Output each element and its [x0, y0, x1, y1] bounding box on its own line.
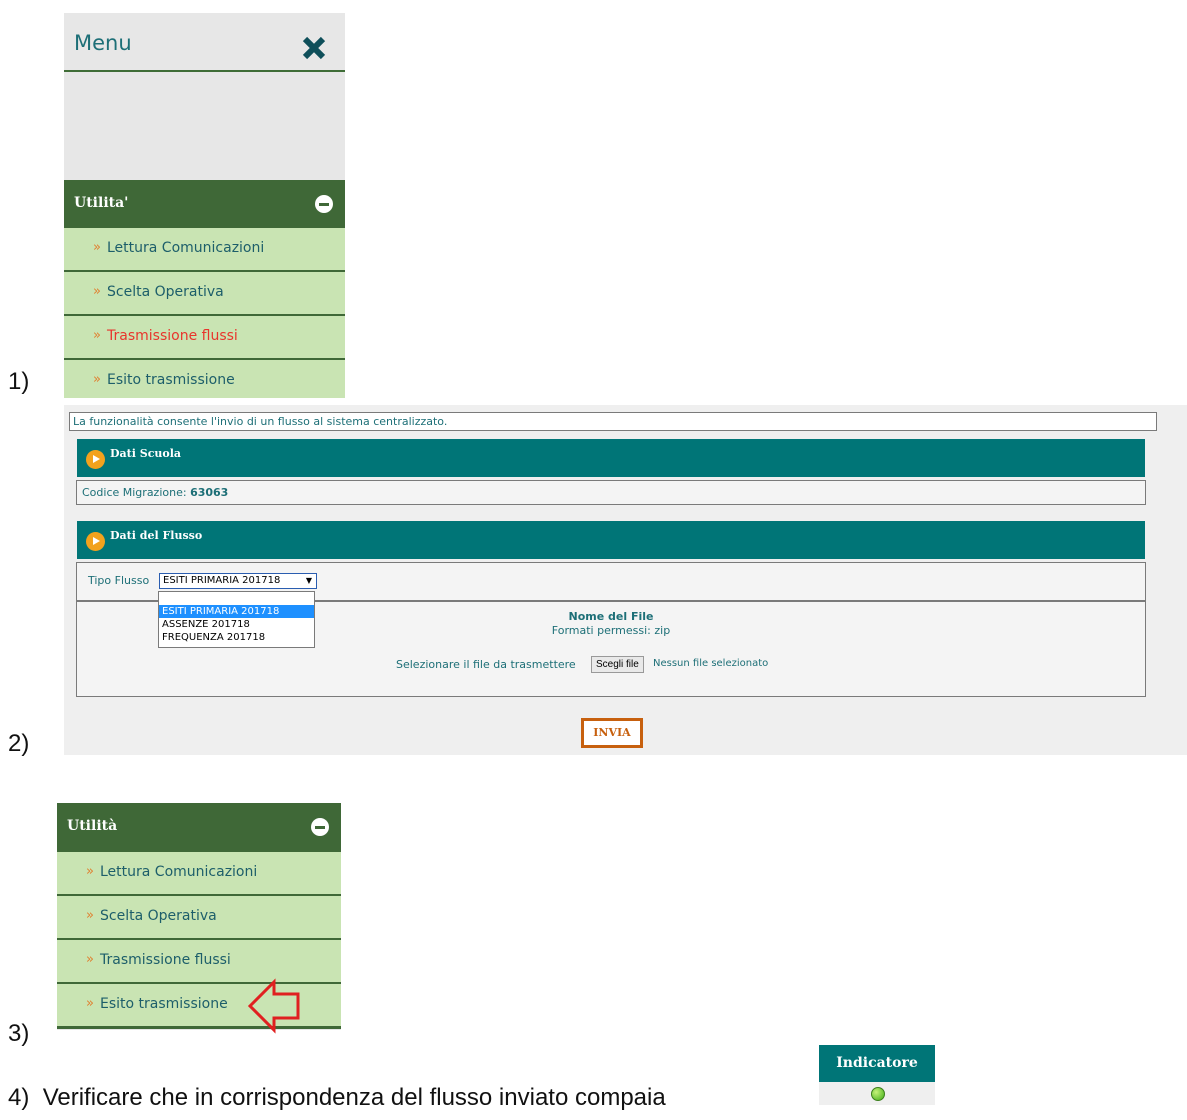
tipo-flusso-label: Tipo Flusso [88, 574, 150, 587]
arrow-icon: » [93, 372, 101, 387]
menu-item-scelta-operativa[interactable]: » Scelta Operativa [64, 272, 345, 316]
indicatore-header: Indicatore [819, 1045, 935, 1082]
menu-item-trasmissione-flussi[interactable]: » Trasmissione flussi [64, 316, 345, 360]
collapse-icon[interactable] [311, 818, 329, 836]
dati-scuola-header: Dati Scuola [77, 439, 1145, 477]
menu-item-esito-trasmissione[interactable]: » Esito trasmissione [64, 360, 345, 398]
section-title: Utilita' [74, 195, 129, 211]
green-status-icon [871, 1087, 885, 1101]
transmission-form-panel: La funzionalità consente l'invio di un f… [64, 405, 1187, 755]
arrow-icon: » [93, 240, 101, 255]
tipo-flusso-select[interactable]: ESITI PRIMARIA 201718 ▼ [159, 573, 317, 589]
no-file-status: Nessun file selezionato [653, 658, 769, 669]
invia-button[interactable]: INVIA [581, 718, 643, 748]
indicatore-cell [819, 1082, 935, 1105]
section-title: Utilità [67, 818, 118, 834]
option-frequenza[interactable]: FREQUENZA 201718 [159, 631, 314, 644]
arrow-icon: » [86, 864, 94, 879]
step-4-text: 4) Verificare che in corrispondenza del … [8, 1084, 666, 1111]
choose-file-button[interactable]: Scegli file [591, 656, 644, 673]
option-esiti-primaria[interactable]: ESITI PRIMARIA 201718 [159, 605, 314, 618]
utilita-section-header[interactable]: Utilità [57, 803, 341, 852]
menu-item-scelta-operativa[interactable]: » Scelta Operativa [57, 896, 341, 940]
arrow-icon: » [93, 328, 101, 343]
select-file-label: Selezionare il file da trasmettere [396, 658, 576, 671]
collapse-icon[interactable] [315, 195, 333, 213]
menu-header: Menu [64, 13, 345, 72]
step-2-label: 2) [8, 730, 30, 757]
close-icon[interactable] [301, 35, 327, 61]
arrow-icon: » [86, 908, 94, 923]
menu-title: Menu [74, 31, 132, 55]
tipo-flusso-dropdown: ESITI PRIMARIA 201718 ASSENZE 201718 FRE… [158, 591, 315, 648]
info-message: La funzionalità consente l'invio di un f… [69, 412, 1157, 431]
step-1-label: 1) [8, 368, 30, 395]
pointer-arrow-icon [247, 978, 300, 1034]
option-assenze[interactable]: ASSENZE 201718 [159, 618, 314, 631]
arrow-icon: » [86, 996, 94, 1011]
utilita-section-header[interactable]: Utilita' [64, 180, 345, 228]
dati-flusso-header: Dati del Flusso [77, 521, 1145, 559]
step-3-label: 3) [8, 1020, 30, 1047]
menu-panel: Menu Utilita' » Lettura Comunicazioni » … [64, 13, 345, 398]
menu-item-lettura-comunicazioni[interactable]: » Lettura Comunicazioni [57, 852, 341, 896]
arrow-icon: » [86, 952, 94, 967]
arrow-icon: » [93, 284, 101, 299]
play-icon [86, 532, 105, 551]
chevron-down-icon: ▼ [305, 576, 312, 585]
codice-migrazione-value: 63063 [190, 486, 229, 499]
play-icon [86, 450, 105, 469]
menu-item-lettura-comunicazioni[interactable]: » Lettura Comunicazioni [64, 228, 345, 272]
codice-migrazione-row: Codice Migrazione: 63063 [76, 480, 1146, 505]
